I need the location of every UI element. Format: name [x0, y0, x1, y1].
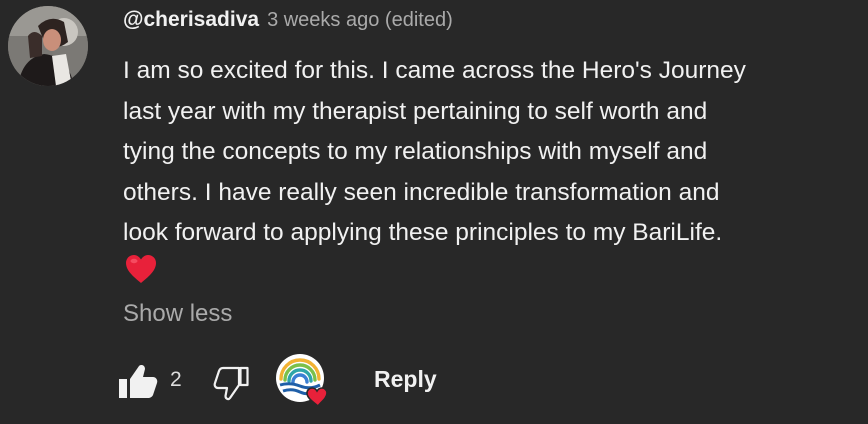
reply-button[interactable]: Reply	[374, 366, 437, 393]
like-button[interactable]	[115, 360, 159, 404]
comment-text-line: I am so excited for this. I came across …	[123, 57, 746, 84]
like-count: 2	[170, 368, 182, 391]
thumbs-down-icon	[213, 366, 249, 401]
comment-text-line: tying the concepts to my relationships w…	[123, 138, 708, 165]
show-less-button[interactable]: Show less	[123, 300, 232, 328]
creator-heart-badge-icon[interactable]	[274, 352, 332, 408]
comment-header: @cherisadiva 3 weeks ago (edited)	[123, 8, 453, 38]
thumbs-up-icon	[119, 365, 158, 398]
comment-text: I am so excited for this. I came across …	[123, 51, 853, 254]
avatar[interactable]	[8, 6, 88, 86]
comment-text-line: look forward to applying these principle…	[123, 219, 723, 246]
comment-text-line: last year with my therapist pertaining t…	[123, 97, 708, 125]
comment-timestamp[interactable]: 3 weeks ago (edited)	[267, 9, 453, 32]
comment-text-line: others. I have really seen incredible tr…	[123, 178, 720, 206]
dislike-button[interactable]	[210, 360, 254, 404]
author-handle[interactable]: @cherisadiva	[123, 8, 259, 32]
heart-emoji-icon	[124, 253, 158, 285]
